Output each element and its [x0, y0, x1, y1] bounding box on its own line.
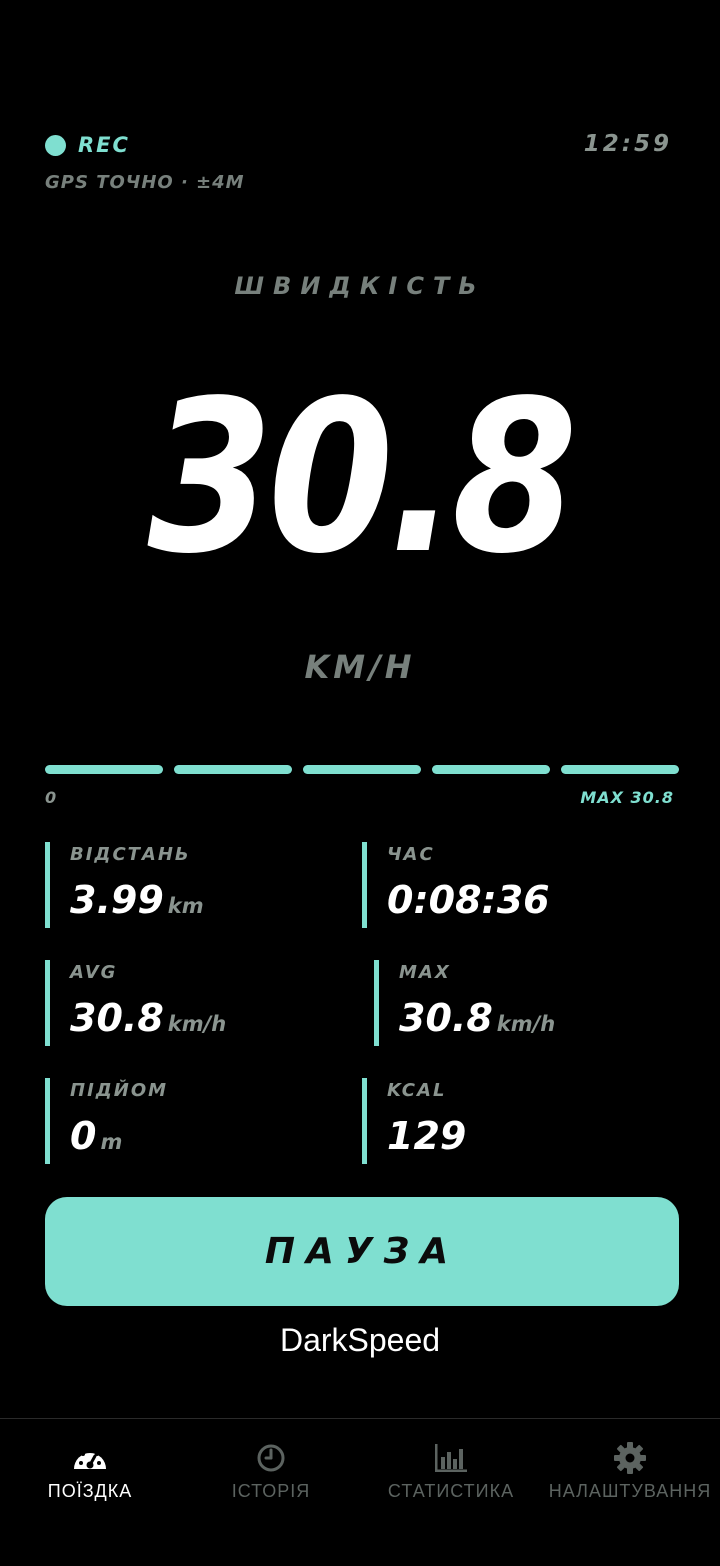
stat-unit: km/h — [167, 1012, 227, 1036]
stat-value: 129 — [387, 1114, 467, 1158]
stat-elevation: ПІДЙОМ 0m — [45, 1078, 345, 1164]
nav-label: ПОЇЗДКА — [47, 1481, 133, 1501]
stat-label: ПІДЙОМ — [70, 1080, 169, 1101]
stat-label: ВІДСТАНЬ — [70, 844, 191, 865]
stat-avg: AVG 30.8 km/h — [45, 960, 345, 1046]
bottom-nav: ПОЇЗДКА ІСТОРІЯ СТАТИСТИКА НАЛАШТУВАННЯ — [0, 1418, 720, 1566]
stat-value: 30.8 — [70, 996, 164, 1040]
speed-value: 30.8 — [147, 355, 578, 600]
stat-value: 0:08:36 — [387, 878, 550, 922]
nav-item-statistics[interactable]: СТАТИСТИКА — [361, 1419, 541, 1539]
speed-bar-segment — [561, 765, 679, 774]
recording-dot-icon — [45, 134, 66, 156]
speed-bar-segment — [174, 765, 292, 774]
recording-indicator: REC — [45, 132, 130, 158]
speedometer-icon — [74, 1448, 106, 1469]
speed-bar-segment — [45, 765, 163, 774]
stat-value: 0 — [70, 1114, 97, 1158]
stat-label: MAX — [399, 962, 451, 983]
pause-button-label: ПАУЗА — [264, 1231, 460, 1272]
stat-unit: km — [167, 894, 204, 918]
gps-status: GPS ТОЧНО · ±4M — [45, 172, 245, 193]
stat-distance: ВІДСТАНЬ 3.99 km — [45, 842, 345, 928]
stat-label: AVG — [70, 962, 118, 983]
nav-label: ІСТОРІЯ — [231, 1481, 311, 1501]
speed-title: ШВИДКІСТЬ — [234, 272, 486, 300]
recording-label: REC — [78, 133, 130, 157]
stat-unit: m — [100, 1130, 123, 1154]
clock-icon — [257, 1444, 285, 1472]
stat-kcal: KCAL 129 — [362, 1078, 662, 1164]
nav-item-history[interactable]: ІСТОРІЯ — [181, 1419, 361, 1539]
bar-chart-icon — [435, 1444, 467, 1472]
stat-max: MAX 30.8 km/h — [374, 960, 674, 1046]
nav-item-ride[interactable]: ПОЇЗДКА — [0, 1419, 180, 1539]
nav-label: НАЛАШТУВАННЯ — [548, 1481, 712, 1501]
pause-button[interactable]: ПАУЗА — [45, 1197, 679, 1306]
brand-name: DarkSpeed — [279, 1322, 441, 1358]
nav-item-settings[interactable]: НАЛАШТУВАННЯ — [540, 1419, 720, 1539]
stat-value: 30.8 — [399, 996, 493, 1040]
speed-bar-min: 0 — [45, 788, 57, 807]
speed-unit: KM/H — [304, 648, 416, 686]
stat-label: ЧАС — [387, 844, 435, 865]
gear-icon — [614, 1442, 646, 1474]
speed-bar — [45, 765, 679, 774]
stat-label: KCAL — [387, 1080, 447, 1101]
speed-bar-segment — [432, 765, 550, 774]
clock: 12:59 — [583, 131, 672, 157]
stat-time: ЧАС 0:08:36 — [362, 842, 662, 928]
stat-value: 3.99 — [70, 878, 164, 922]
speed-bar-segment — [303, 765, 421, 774]
speed-bar-max: MAX 30.8 — [580, 788, 674, 807]
stat-unit: km/h — [496, 1012, 556, 1036]
nav-label: СТАТИСТИКА — [387, 1481, 515, 1501]
